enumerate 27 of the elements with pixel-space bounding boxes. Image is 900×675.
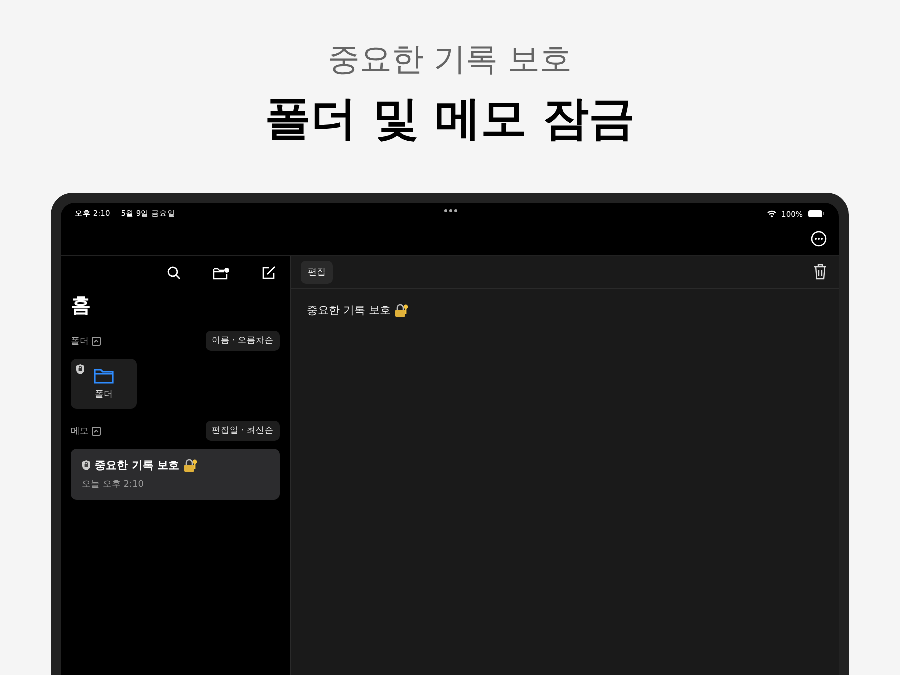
sort-button[interactable]: 이름 · 오름차순: [206, 331, 280, 352]
note-item[interactable]: 중요한 기록 보호 오늘 오후 2:10: [71, 449, 280, 500]
edit-button[interactable]: 편집: [301, 260, 333, 284]
trash-icon[interactable]: [814, 264, 827, 280]
sidebar-title: 홈: [71, 292, 92, 320]
multitasking-dots-icon[interactable]: [444, 209, 458, 214]
note-body-text: 중요한 기록 보호: [307, 303, 391, 318]
section-label: 폴더: [71, 336, 89, 348]
collapse-icon[interactable]: [92, 426, 101, 436]
new-folder-icon[interactable]: [213, 266, 230, 280]
folder-tile[interactable]: 폴더: [71, 359, 137, 410]
headline-title: 폴더 및 메모 잠금: [264, 90, 636, 147]
wifi-icon: [766, 210, 777, 218]
sort-button[interactable]: 편집일 · 최신순: [206, 421, 280, 442]
headline-subtitle: 중요한 기록 보호: [328, 39, 572, 80]
note-title: 중요한 기록 보호: [95, 458, 180, 474]
lock-key-icon: [184, 459, 198, 472]
collapse-icon[interactable]: [92, 336, 101, 346]
more-icon[interactable]: [811, 231, 827, 248]
compose-icon[interactable]: [262, 266, 276, 280]
battery-icon: [808, 210, 825, 218]
section-label: 메모: [71, 426, 89, 438]
note-time: 오늘 오후 2:10: [82, 479, 145, 492]
lock-key-icon: [395, 304, 409, 318]
folder-name: 폴더: [95, 388, 113, 401]
folder-icon: [94, 368, 114, 384]
search-icon[interactable]: [167, 266, 181, 280]
